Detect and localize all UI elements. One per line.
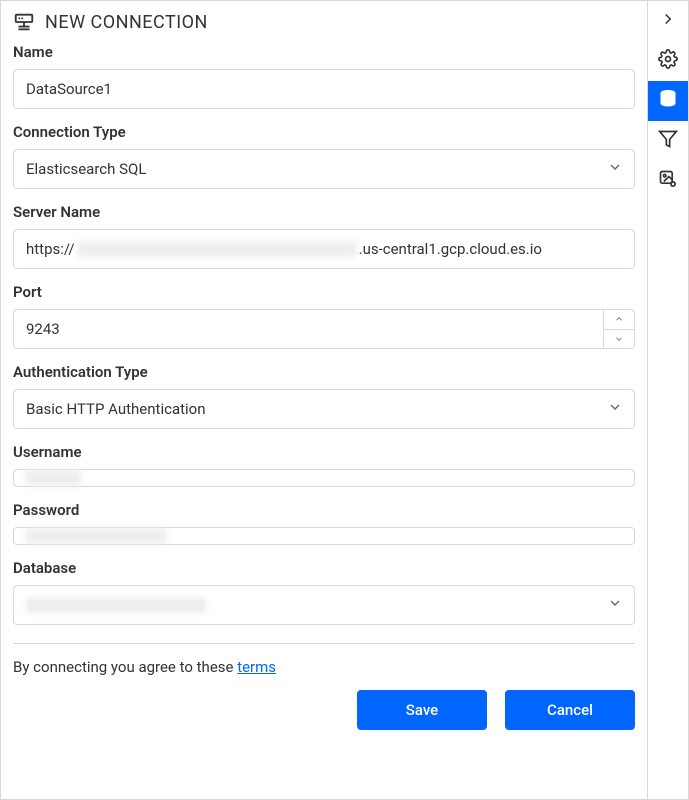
database-icon [658, 89, 678, 113]
divider [13, 643, 635, 644]
cancel-button[interactable]: Cancel [505, 690, 635, 730]
connection-icon [13, 11, 35, 33]
save-button[interactable]: Save [357, 690, 487, 730]
server-name-prefix: https:// [26, 240, 75, 258]
password-redacted [26, 528, 166, 544]
panel-title: NEW CONNECTION [45, 12, 208, 33]
server-name-suffix: .us-central1.gcp.cloud.es.io [359, 240, 542, 258]
username-redacted [26, 470, 81, 486]
image-gear-icon [658, 169, 678, 193]
connection-type-select[interactable]: Elasticsearch SQL [13, 149, 635, 189]
terms-text: By connecting you agree to these [13, 658, 237, 676]
port-step-down[interactable] [604, 330, 634, 349]
terms-row: By connecting you agree to these terms [13, 658, 635, 676]
chevron-right-icon [659, 10, 677, 32]
auth-type-label: Authentication Type [13, 363, 635, 381]
username-input[interactable] [13, 469, 635, 487]
username-label: Username [13, 443, 635, 461]
terms-link[interactable]: terms [237, 658, 276, 676]
server-name-input[interactable]: https:// .us-central1.gcp.cloud.es.io [13, 229, 635, 269]
sidebar-collapse[interactable] [648, 1, 688, 41]
server-name-label: Server Name [13, 203, 635, 221]
password-label: Password [13, 501, 635, 519]
sidebar-settings[interactable] [648, 41, 688, 81]
right-sidebar [648, 1, 688, 799]
port-step-up[interactable] [604, 310, 634, 330]
connection-type-label: Connection Type [13, 123, 635, 141]
database-select[interactable] [13, 585, 635, 625]
funnel-icon [658, 129, 678, 153]
connection-type-value: Elasticsearch SQL [26, 160, 146, 178]
sidebar-filter[interactable] [648, 121, 688, 161]
auth-type-value: Basic HTTP Authentication [26, 400, 206, 418]
database-redacted [26, 597, 206, 613]
panel-header: NEW CONNECTION [13, 11, 635, 33]
database-label: Database [13, 559, 635, 577]
name-input[interactable] [13, 69, 635, 109]
name-label: Name [13, 43, 635, 61]
gear-icon [658, 49, 678, 73]
password-input[interactable] [13, 527, 635, 545]
port-label: Port [13, 283, 635, 301]
server-name-redacted [77, 241, 357, 257]
port-input[interactable] [13, 309, 603, 349]
auth-type-select[interactable]: Basic HTTP Authentication [13, 389, 635, 429]
sidebar-datasource[interactable] [648, 81, 688, 121]
main-panel: NEW CONNECTION Name Connection Type Elas… [1, 1, 648, 799]
sidebar-image-settings[interactable] [648, 161, 688, 201]
